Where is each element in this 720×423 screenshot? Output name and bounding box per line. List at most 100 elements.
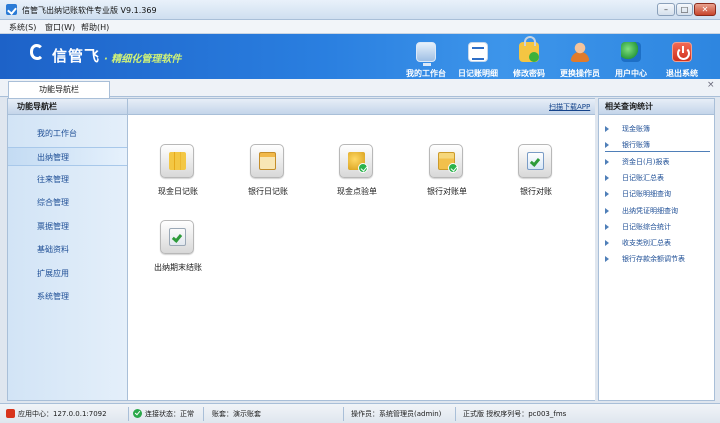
maximize-icon: □ [680,5,689,14]
query-item-bank-book[interactable]: 银行账簿 [605,138,710,152]
coins-check-icon [339,144,373,178]
tool-exit-system[interactable]: 退出系统 [655,40,709,78]
query-item-cash-book[interactable]: 现金账簿 [605,122,710,136]
query-item-voucher-detail[interactable]: 出纳凭证明细查询 [605,204,710,218]
query-item-journal-stats[interactable]: 日记账综合统计 [605,220,710,234]
arrow-right-icon [605,208,609,214]
tool-label: 修改密码 [513,69,545,78]
window-titlebar: 信管飞出纳记账软件专业版 V9.1.369 – □ ✕ [0,0,720,20]
menu-help[interactable]: 帮助(H) [81,22,109,33]
query-label: 出纳凭证明细查询 [622,207,678,215]
fn-label: 现金点验单 [337,187,377,196]
connection-ok-icon [133,409,142,418]
menu-bar: 系统(S) 窗口(W) 帮助(H) [0,20,720,34]
status-connection: 连接状态：正常 [145,410,194,418]
left-nav-title: 功能导航栏 [8,99,127,115]
close-button[interactable]: ✕ [694,3,716,16]
brand-subtitle: · 精细化管理软件 [104,54,182,65]
menu-system[interactable]: 系统(S) [9,22,36,33]
query-item-journal-summary[interactable]: 日记账汇总表 [605,171,710,185]
globe-icon [621,42,641,62]
status-divider [455,407,456,421]
status-license: 正式版 授权序列号：pc003_fms [463,410,567,418]
nav-item-workbench[interactable]: 我的工作台 [8,124,127,143]
bank-statement-icon [429,144,463,178]
tool-switch-operator[interactable]: 更换操作员 [553,40,607,78]
fn-bank-journal[interactable]: 银行日记账 [228,144,308,206]
status-operator: 操作员：系统管理员(admin) [351,410,442,418]
arrow-right-icon [605,224,609,230]
tab-strip: 功能导航栏 × [0,79,720,98]
minimize-icon: – [664,5,668,14]
status-divider [128,407,129,421]
window-title: 信管飞出纳记账软件专业版 V9.1.369 [22,6,157,15]
close-icon: ✕ [701,5,709,14]
tool-journal-detail[interactable]: 日记账明细 [451,40,505,78]
app-logo-icon [6,4,17,15]
minimize-button[interactable]: – [657,3,675,16]
status-account: 账套：演示账套 [212,410,261,418]
query-label: 银行账簿 [622,141,650,149]
header-banner: 信管飞 · 精细化管理软件 我的工作台 日记账明细 修改密码 更换操作员 用户中… [0,34,720,79]
arrow-right-icon [605,191,609,197]
query-item-journal-detail[interactable]: 日记账明细查询 [605,187,710,201]
tab-function-nav[interactable]: 功能导航栏 [8,81,110,98]
nav-item-extensions[interactable]: 扩展应用 [8,264,127,283]
menu-window[interactable]: 窗口(W) [45,22,75,33]
query-label: 日记账汇总表 [622,174,664,182]
fn-period-close[interactable]: 出纳期末结账 [138,220,218,282]
lock-icon [519,36,539,62]
query-item-category-summary[interactable]: 收支类别汇总表 [605,236,710,250]
cash-journal-icon [160,144,194,178]
user-icon [570,42,590,62]
status-app-center: 应用中心：127.0.0.1:7092 [18,410,107,418]
arrow-right-icon [605,126,609,132]
arrow-right-icon [605,159,609,165]
nav-item-system[interactable]: 系统管理 [8,287,127,306]
status-bar: 应用中心：127.0.0.1:7092 连接状态：正常 账套：演示账套 操作员：… [0,403,720,423]
main-header: 扫描下载APP [128,99,595,115]
fn-label: 银行对账单 [427,187,467,196]
nav-item-accounts[interactable]: 往来管理 [8,170,127,189]
fn-label: 银行对账 [520,187,552,196]
ledger-icon [468,42,488,62]
query-label: 银行存款余额调节表 [622,255,685,263]
maximize-button[interactable]: □ [676,3,693,16]
query-item-bank-reconciliation[interactable]: 银行存款余额调节表 [605,252,710,266]
arrow-right-icon [605,256,609,262]
tool-user-center[interactable]: 用户中心 [604,40,658,78]
tool-change-password[interactable]: 修改密码 [502,36,556,78]
query-label: 日记账明细查询 [622,190,671,198]
app-center-icon [6,409,15,418]
tab-close-icon[interactable]: × [707,80,715,90]
arrow-right-icon [605,175,609,181]
monitor-icon [416,42,436,66]
brand-name: 信管飞 [52,47,101,65]
tool-my-workbench[interactable]: 我的工作台 [399,40,453,78]
tool-label: 日记账明细 [458,69,498,78]
nav-item-cashier[interactable]: 出纳管理 [8,147,127,166]
fn-cash-count[interactable]: 现金点验单 [317,144,397,206]
fn-cash-journal[interactable]: 现金日记账 [138,144,218,206]
status-divider [203,407,204,421]
status-divider [343,407,344,421]
nav-item-basic-data[interactable]: 基础资料 [8,240,127,259]
query-label: 收支类别汇总表 [622,239,671,247]
query-label: 日记账综合统计 [622,223,671,231]
query-item-fund-report[interactable]: 资金日(月)报表 [605,155,710,169]
fn-label: 银行日记账 [248,187,288,196]
nav-item-notes[interactable]: 票据管理 [8,217,127,236]
bank-journal-icon [250,144,284,178]
fn-bank-reconcile[interactable]: 银行对账 [496,144,576,206]
fn-label: 现金日记账 [158,187,198,196]
fn-bank-statement[interactable]: 银行对账单 [407,144,487,206]
related-queries-panel: 相关查询统计 现金账簿 银行账簿 资金日(月)报表 日记账汇总表 日记账明细查询… [598,98,715,401]
tool-label: 我的工作台 [406,69,446,78]
scan-download-app-link[interactable]: 扫描下载APP [549,102,590,112]
tool-label: 退出系统 [666,69,698,78]
nav-item-general[interactable]: 综合管理 [8,193,127,212]
query-label: 现金账簿 [622,125,650,133]
arrow-right-icon [605,142,609,148]
reconcile-icon [518,144,552,178]
period-close-icon [160,220,194,254]
